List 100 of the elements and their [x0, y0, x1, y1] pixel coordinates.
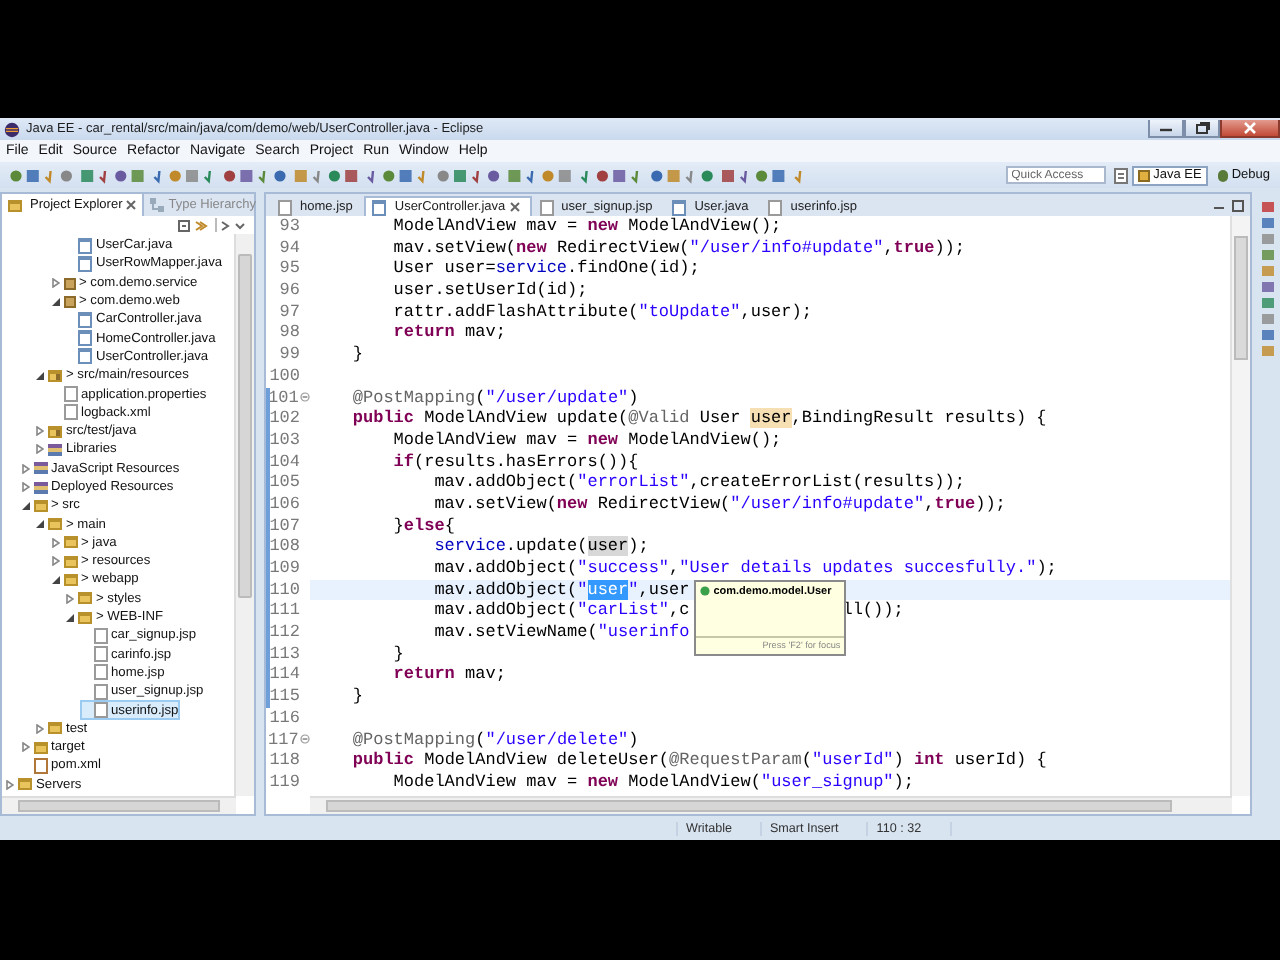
app-logo-icon [4, 121, 20, 137]
code-line: mav.setViewName("userinfo [432, 622, 690, 644]
file-icon [539, 199, 554, 215]
close-icon[interactable] [509, 202, 520, 212]
line-number: 99 [277, 344, 300, 366]
line-number: 103 [268, 429, 300, 452]
code-line: @PostMapping("/user/update") [350, 387, 639, 409]
line-number: 98 [277, 322, 300, 345]
java-file-icon [372, 199, 387, 215]
collapsed-arrow-icon[interactable] [21, 742, 29, 753]
line-number: 94 [277, 237, 300, 259]
line-number: 107 [268, 515, 300, 537]
line-number: 108 [268, 536, 300, 559]
line-number: 101 [268, 387, 299, 409]
collapsed-arrow-icon[interactable] [51, 556, 59, 567]
line-number: 96 [277, 280, 300, 302]
collapsed-arrow-icon[interactable] [21, 463, 29, 474]
collapsed-arrow-icon[interactable] [66, 593, 74, 604]
close-button[interactable] [1220, 120, 1280, 138]
expanded-arrow-icon[interactable] [51, 297, 59, 306]
collapsed-arrow-icon[interactable] [51, 277, 59, 288]
code-line: User user=service.findOne(id); [391, 258, 700, 281]
expanded-arrow-icon[interactable] [21, 501, 29, 510]
expanded-arrow-icon[interactable] [51, 575, 59, 584]
line-number: 95 [277, 258, 300, 281]
line-number: 93 [277, 216, 300, 238]
line-number: 115 [268, 686, 300, 708]
folder-icon [18, 778, 32, 791]
code-line: } [350, 686, 364, 708]
code-line: mav.addObject("user",user [432, 579, 690, 601]
open-perspective-icon[interactable] [1113, 167, 1128, 183]
restore-button[interactable] [1184, 120, 1220, 138]
code-line: ModelAndView mav = new ModelAndView(); [391, 429, 782, 452]
line-number: 104 [268, 451, 300, 473]
file-icon [278, 199, 292, 215]
code-line: mav.setView(new RedirectView("/user/info#update",true)); [391, 237, 966, 259]
scrollbar[interactable] [2, 796, 236, 814]
line-number: 102 [268, 408, 300, 430]
code-line: mav.addObject("carList",c [432, 600, 692, 623]
java-file-icon [672, 199, 687, 215]
expanded-arrow-icon[interactable] [66, 613, 74, 622]
close-icon [1244, 122, 1256, 134]
line-number: 112 [268, 622, 300, 644]
line-number: 113 [268, 643, 300, 665]
minimize-button[interactable] [1148, 120, 1184, 138]
code-line: mav.addObject("errorList",createErrorList(results)); [432, 472, 965, 494]
perspective-icon [1137, 169, 1150, 181]
code-line: user.setUserId(id); [391, 280, 588, 302]
source-folder-icon [48, 425, 62, 438]
code-line: } [391, 643, 404, 665]
line-number: 100 [268, 365, 300, 388]
line-number: 105 [268, 472, 300, 494]
code-line: @PostMapping("/user/delete") [350, 729, 639, 751]
folder-icon [8, 199, 22, 211]
line-number: 118 [268, 750, 300, 772]
minimize-icon [1160, 124, 1172, 132]
code-line: }else{ [391, 515, 455, 537]
line-number: 110 [268, 579, 300, 601]
code-line: rattr.addFlashAttribute("toUpdate",user); [391, 301, 812, 323]
code-line: if(results.hasErrors()){ [391, 451, 639, 473]
scrollbar[interactable] [1230, 216, 1250, 796]
hierarchy-icon [150, 198, 165, 212]
code-line: return mav; [391, 322, 506, 345]
source-folder-icon [48, 369, 62, 382]
restore-icon [1195, 122, 1209, 134]
line-number: 109 [268, 558, 300, 580]
code-line: public ModelAndView update(@Valid User user,BindingResult results) { [350, 408, 1047, 430]
line-number: 116 [268, 707, 300, 730]
collapsed-arrow-icon[interactable] [36, 426, 44, 437]
code-line: return mav; [391, 664, 506, 687]
collapse-icon[interactable] [300, 392, 311, 403]
xml-file-icon [33, 757, 47, 774]
collapsed-arrow-icon[interactable] [36, 444, 44, 455]
code-line: ModelAndView mav = new ModelAndView(); [391, 216, 782, 238]
collapsed-arrow-icon[interactable] [21, 482, 29, 492]
collapsed-arrow-icon[interactable] [6, 779, 14, 790]
line-number: 117 [268, 729, 299, 751]
code-line: mav.setView(new RedirectView("/user/info#update",true)); [432, 493, 1006, 516]
line-number: 97 [277, 301, 300, 323]
code-line: service.update(user); [432, 536, 649, 559]
code-line: mav.addObject("success","User details updates succesfully."); [432, 558, 1057, 580]
class-icon [699, 586, 710, 597]
expanded-arrow-icon[interactable] [36, 371, 44, 380]
line-number: 106 [268, 493, 300, 516]
code-line-fragment: ll()); [842, 600, 904, 621]
collapsed-arrow-icon[interactable] [51, 537, 59, 548]
code-line: } [350, 344, 364, 366]
line-number: 114 [268, 664, 300, 687]
code-line: public ModelAndView deleteUser(@RequestParam("userId") int userId) { [350, 750, 1047, 772]
view-toolbar-icons-drawing [178, 218, 246, 232]
close-icon[interactable] [126, 200, 137, 210]
expanded-arrow-icon[interactable] [36, 520, 44, 529]
file-icon [768, 199, 783, 215]
collapse-icon[interactable] [300, 734, 311, 745]
scrollbar[interactable] [234, 234, 254, 796]
scrollbar[interactable] [310, 796, 1232, 814]
collapsed-arrow-icon[interactable] [36, 723, 44, 734]
line-number: 119 [268, 771, 300, 794]
maximize-icon[interactable] [1232, 200, 1244, 212]
line-number: 111 [268, 600, 300, 623]
